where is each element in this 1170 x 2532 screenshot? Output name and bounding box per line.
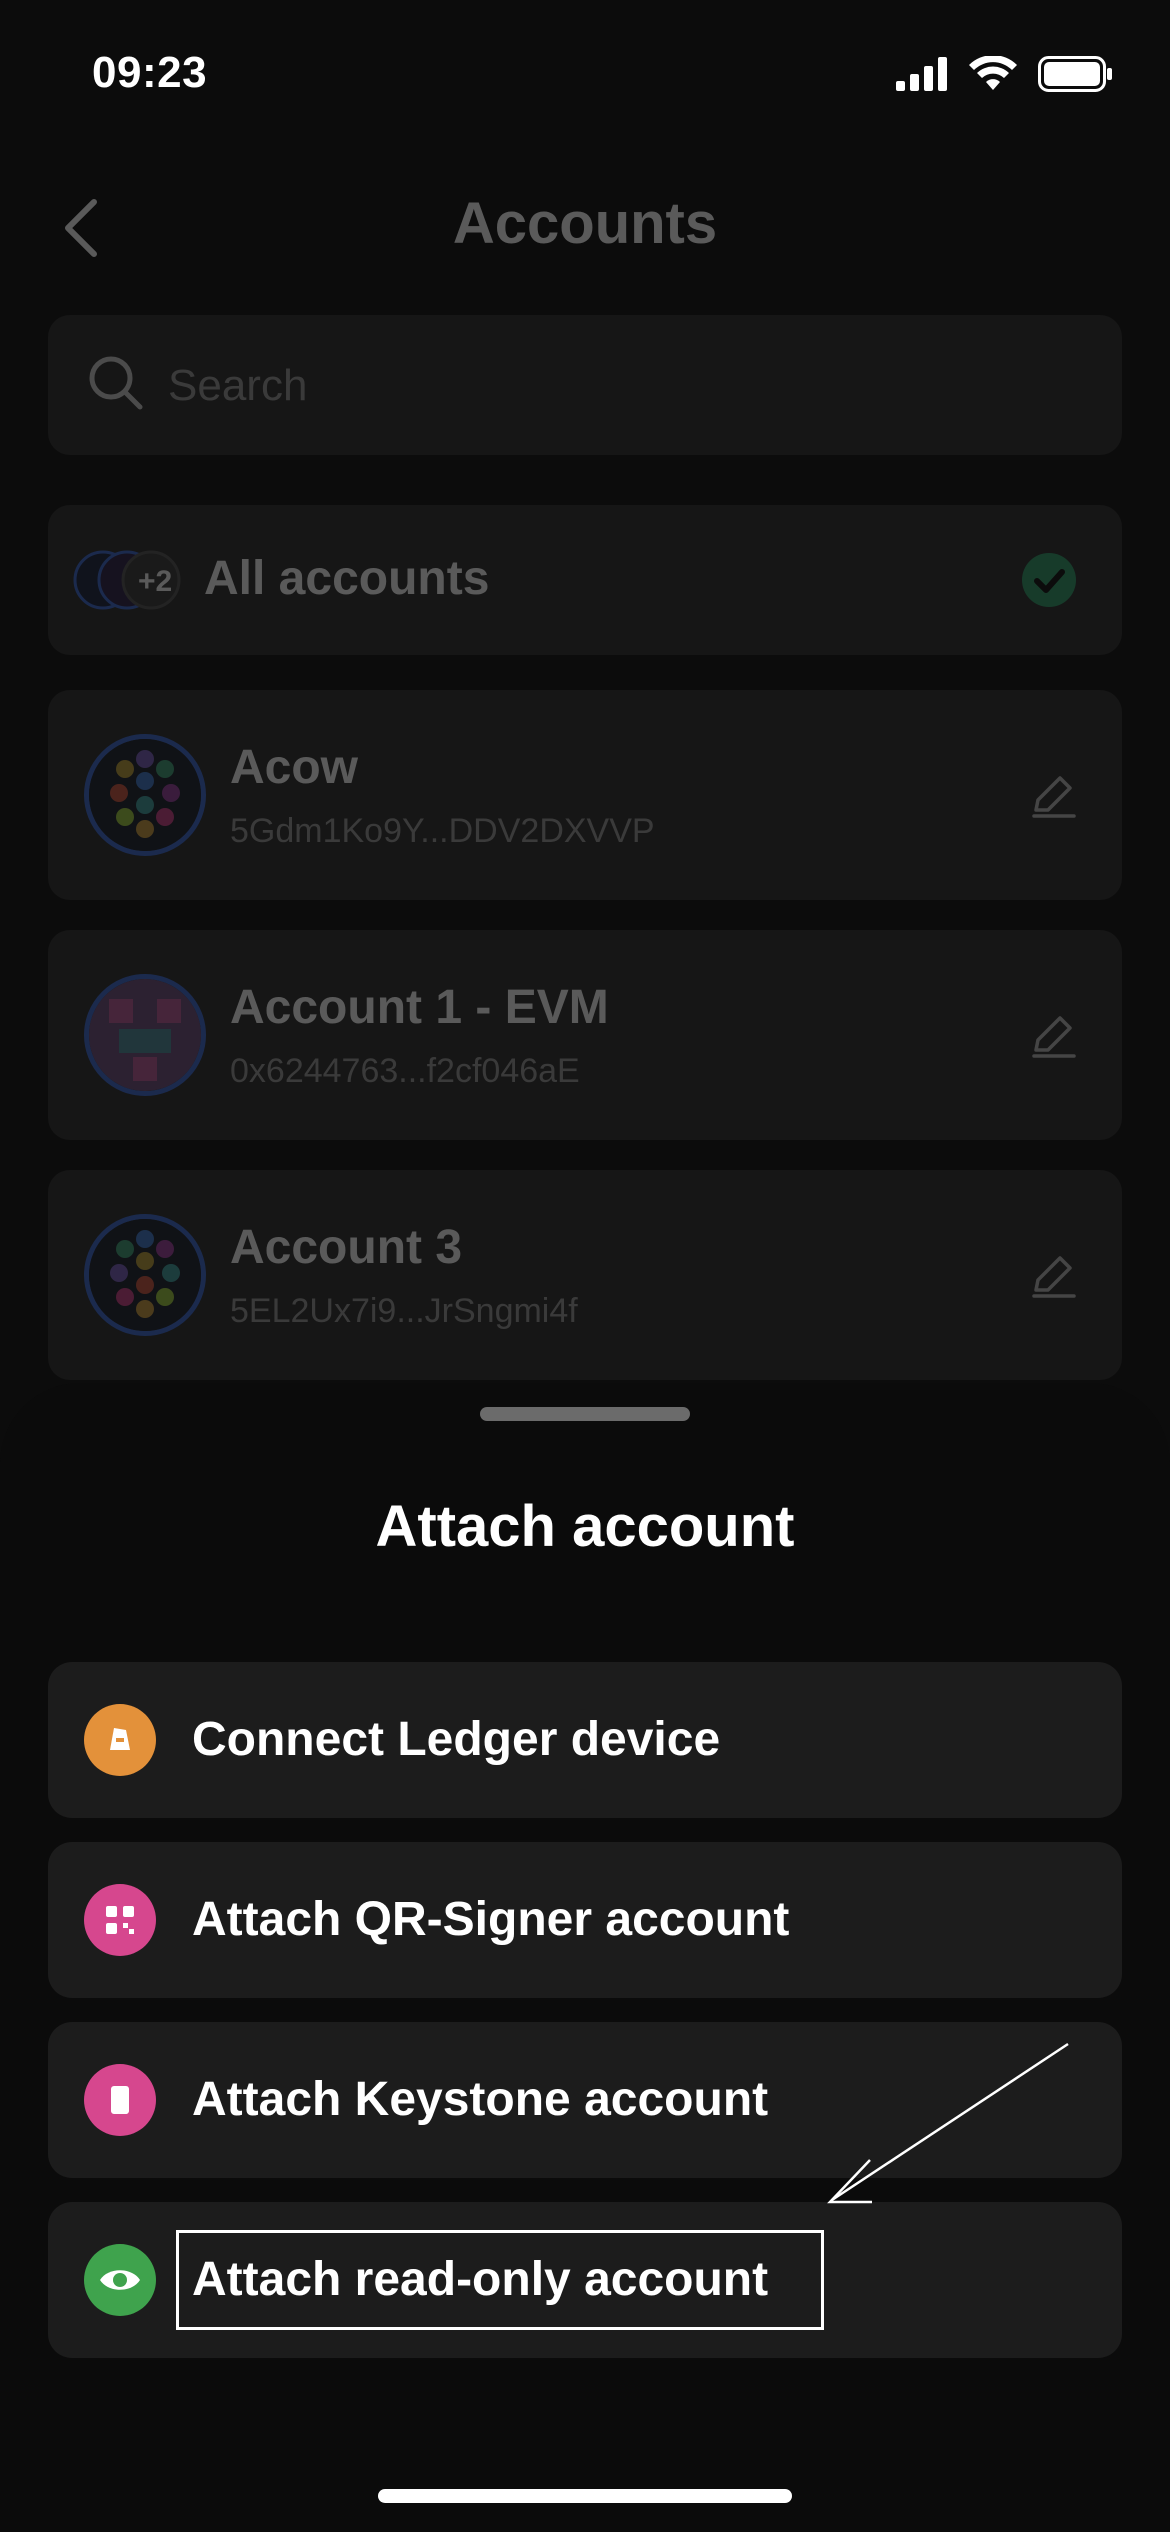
attach-keystone-option[interactable]: Attach Keystone account (48, 2022, 1122, 2178)
edit-pencil-icon[interactable] (1028, 1250, 1078, 1300)
sheet-title: Attach account (375, 1494, 795, 1559)
option-label: Connect Ledger device (192, 1713, 721, 1766)
edit-pencil-icon[interactable] (1028, 770, 1078, 820)
checkmark-icon (1022, 553, 1076, 607)
accounts-screen: 09:23 Accounts Search +2 All accounts Ac… (0, 0, 1170, 2532)
account-avatar (84, 734, 206, 856)
account-row-acow[interactable]: Acow 5Gdm1Ko9Y...DDV2DXVVP (48, 690, 1122, 900)
status-bar: 09:23 (0, 0, 1170, 150)
all-accounts-row[interactable]: +2 All accounts (48, 505, 1122, 655)
home-indicator[interactable] (378, 2489, 792, 2503)
account-address: 5EL2Ux7i9...JrSngmi4f (230, 1292, 578, 1330)
keystone-icon (84, 2064, 156, 2136)
edit-pencil-icon[interactable] (1028, 1010, 1078, 1060)
more-accounts-badge: +2 (138, 565, 173, 598)
status-time: 09:23 (92, 48, 208, 97)
account-row-account-1-evm[interactable]: Account 1 - EVM 0x6244763...f2cf046aE (48, 930, 1122, 1140)
eye-icon (84, 2244, 156, 2316)
highlight-box (176, 2230, 824, 2330)
account-avatar (84, 974, 206, 1096)
identicon-icon (89, 1219, 201, 1331)
attach-read-only-option[interactable]: Attach read-only account (48, 2202, 1122, 2358)
attach-account-sheet: Attach account Connect Ledger device Att… (0, 1383, 1170, 2532)
search-icon (89, 356, 143, 410)
status-icons (896, 56, 1114, 92)
connect-ledger-option[interactable]: Connect Ledger device (48, 1662, 1122, 1818)
account-name: Account 1 - EVM (230, 981, 609, 1034)
page-title: Accounts (452, 191, 718, 256)
search-placeholder: Search (168, 361, 308, 410)
account-name: Acow (230, 741, 359, 794)
account-address: 0x6244763...f2cf046aE (230, 1052, 580, 1090)
account-row-account-3[interactable]: Account 3 5EL2Ux7i9...JrSngmi4f (48, 1170, 1122, 1380)
attach-qr-signer-option[interactable]: Attach QR-Signer account (48, 1842, 1122, 1998)
qr-icon (84, 1884, 156, 1956)
accounts-list-background: Accounts Search +2 All accounts Acow 5Gd… (0, 150, 1170, 1400)
sheet-drag-handle[interactable] (480, 1407, 690, 1421)
account-name: Account 3 (230, 1221, 463, 1274)
option-label: Attach Keystone account (192, 2073, 769, 2126)
identicon-icon (89, 739, 201, 851)
wifi-icon (969, 56, 1017, 90)
account-avatar (84, 1214, 206, 1336)
all-accounts-label: All accounts (204, 552, 490, 605)
ledger-icon (84, 1704, 156, 1776)
battery-icon (1038, 56, 1112, 92)
search-input[interactable]: Search (48, 315, 1122, 455)
identicon-icon (89, 979, 201, 1091)
account-address: 5Gdm1Ko9Y...DDV2DXVVP (230, 812, 655, 850)
option-label: Attach QR-Signer account (192, 1893, 790, 1946)
cellular-signal-icon (896, 57, 947, 91)
